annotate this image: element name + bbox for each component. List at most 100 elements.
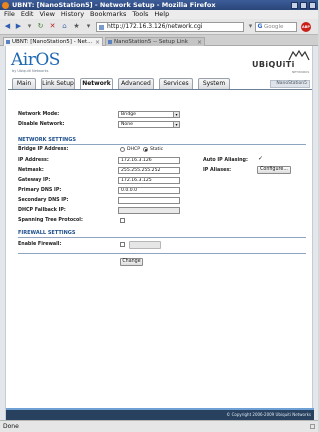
close-tab-icon[interactable]: ×	[197, 38, 202, 46]
airos-logo-subtitle: by Ubiquiti Networks	[12, 69, 49, 73]
url-dropdown-icon[interactable]: ▾	[246, 22, 255, 31]
forward-icon[interactable]: ▶	[14, 22, 23, 31]
menu-tools[interactable]: Tools	[132, 10, 148, 19]
ip-address-input[interactable]: 172.16.3.126	[118, 157, 180, 164]
tab-favicon-icon	[6, 40, 10, 44]
spanning-tree-checkbox[interactable]	[120, 218, 125, 223]
dhcp-fallback-input[interactable]	[118, 207, 180, 214]
window-titlebar: UBNT: [NanoStation5] - Network Setup - M…	[0, 0, 318, 10]
minimize-button[interactable]	[291, 1, 298, 9]
navigation-toolbar: ◀ ▶ ▾ ↻ ✕ ⌂ ★ ▾ http://172.16.3.126/netw…	[0, 19, 318, 35]
tab-advanced[interactable]: Advanced	[118, 78, 154, 89]
airos-page: AirOS by Ubiquiti Networks UBiQUiTi NETW…	[5, 46, 314, 420]
tab-system[interactable]: System	[198, 78, 230, 89]
menu-view[interactable]: View	[39, 10, 54, 19]
configure-aliases-button[interactable]: Configure...	[257, 166, 291, 174]
window-controls	[291, 1, 316, 9]
firewall-settings-heading: FIREWALL SETTINGS	[18, 230, 76, 236]
netmask-label: Netmask:	[18, 168, 44, 173]
bridge-ip-label: Bridge IP Address:	[18, 147, 69, 152]
gateway-ip-label: Gateway IP:	[18, 178, 51, 183]
enable-firewall-label: Enable Firewall:	[18, 242, 62, 247]
primary-dns-input[interactable]: 0.0.0.0	[118, 187, 180, 194]
tab-network-setup[interactable]: UBNT: [NanoStation5] - Net... ×	[3, 37, 103, 46]
google-icon: G	[257, 23, 263, 30]
static-radio[interactable]	[143, 147, 148, 152]
tab-strip: UBNT: [NanoStation5] - Net... × NanoStat…	[0, 35, 318, 46]
chevron-down-icon: ▾	[173, 122, 179, 127]
spanning-tree-label: Spanning Tree Protocol:	[18, 218, 83, 223]
disable-network-select[interactable]: None ▾	[118, 121, 180, 128]
change-button[interactable]: Change	[120, 258, 143, 266]
search-placeholder: Google	[264, 24, 284, 30]
firewall-configure-button[interactable]	[129, 241, 161, 249]
close-window-button[interactable]	[309, 1, 316, 9]
window-title: UBNT: [NanoStation5] - Network Setup - M…	[12, 1, 216, 9]
page-footer: © Copyright 2006-2009 Ubiquiti Networks	[6, 408, 314, 420]
network-mode-label: Network Mode:	[18, 112, 60, 117]
section-divider	[18, 253, 306, 254]
copyright-text: © Copyright 2006-2009 Ubiquiti Networks	[226, 412, 311, 417]
enable-firewall-checkbox[interactable]	[120, 242, 125, 247]
menu-chevron-icon[interactable]: ▾	[84, 22, 93, 31]
url-input[interactable]: http://172.16.3.126/network.cgi	[96, 22, 244, 32]
device-name-badge: NanoStation5	[270, 80, 310, 88]
netmask-input[interactable]: 255.255.255.252	[118, 167, 180, 174]
menu-help[interactable]: Help	[154, 10, 169, 19]
reload-icon[interactable]: ↻	[36, 22, 45, 31]
back-icon[interactable]: ◀	[3, 22, 12, 31]
maximize-button[interactable]	[300, 1, 307, 9]
header-logo-area: AirOS by Ubiquiti Networks UBiQUiTi NETW…	[6, 46, 314, 78]
chevron-down-icon: ▾	[173, 112, 179, 117]
ubiquiti-logo-subtitle: NETWORKS	[292, 70, 310, 74]
tab-network[interactable]: Network	[80, 78, 113, 89]
status-text: Done	[3, 423, 19, 430]
tab-setup-link[interactable]: NanoStation5 -- Setup Link ×	[105, 37, 205, 46]
search-input[interactable]: G Google	[255, 22, 297, 32]
tab-label: NanoStation5 -- Setup Link	[114, 39, 188, 45]
dhcp-fallback-label: DHCP Fallback IP:	[18, 208, 66, 213]
gateway-ip-input[interactable]: 172.16.3.125	[118, 177, 180, 184]
airos-logo: AirOS	[11, 50, 60, 70]
stop-icon[interactable]: ✕	[48, 22, 57, 31]
menu-history[interactable]: History	[61, 10, 84, 19]
main-nav-tabs: Main Link Setup Network Advanced Service…	[8, 78, 312, 89]
site-favicon-icon	[99, 24, 104, 30]
tab-favicon-icon	[108, 40, 112, 44]
url-text: http://172.16.3.126/network.cgi	[107, 23, 203, 30]
adblock-icon[interactable]: ABP	[301, 22, 311, 32]
close-tab-icon[interactable]: ×	[95, 38, 100, 46]
ip-address-label: IP Address:	[18, 158, 49, 163]
auto-ip-aliasing-label: Auto IP Aliasing:	[203, 158, 248, 163]
bookmark-icon[interactable]: ★	[72, 22, 81, 31]
status-bar: Done	[0, 420, 318, 432]
section-divider	[18, 237, 306, 238]
network-mode-value: Bridge	[121, 112, 136, 117]
network-settings-heading: NETWORK SETTINGS	[18, 137, 76, 143]
tab-services[interactable]: Services	[159, 78, 193, 89]
home-icon[interactable]: ⌂	[60, 22, 69, 31]
dropdown-chevron-icon[interactable]: ▾	[25, 22, 34, 31]
tab-main[interactable]: Main	[12, 78, 36, 89]
ip-aliases-label: IP Aliases:	[203, 168, 232, 173]
menu-bookmarks[interactable]: Bookmarks	[90, 10, 126, 19]
resize-grip-icon[interactable]	[310, 424, 315, 429]
footer-highlight	[6, 408, 314, 410]
tab-label: UBNT: [NanoStation5] - Net...	[12, 39, 93, 45]
menu-bar: File Edit View History Bookmarks Tools H…	[0, 10, 318, 19]
disable-network-label: Disable Network:	[18, 122, 65, 127]
auto-ip-aliasing-checkbox[interactable]: ✓	[258, 156, 263, 162]
secondary-dns-label: Secondary DNS IP:	[18, 198, 69, 203]
section-divider	[18, 144, 306, 145]
network-mode-select[interactable]: Bridge ▾	[118, 111, 180, 118]
dhcp-radio[interactable]	[120, 147, 125, 152]
menu-file[interactable]: File	[4, 10, 15, 19]
page-viewport: AirOS by Ubiquiti Networks UBiQUiTi NETW…	[0, 46, 318, 420]
primary-dns-label: Primary DNS IP:	[18, 188, 62, 193]
tab-link-setup[interactable]: Link Setup	[41, 78, 75, 89]
static-radio-label: Static	[150, 147, 164, 152]
disable-network-value: None	[121, 122, 133, 127]
secondary-dns-input[interactable]	[118, 197, 180, 204]
ubiquiti-logo: UBiQUiTi	[252, 60, 295, 69]
menu-edit[interactable]: Edit	[21, 10, 34, 19]
